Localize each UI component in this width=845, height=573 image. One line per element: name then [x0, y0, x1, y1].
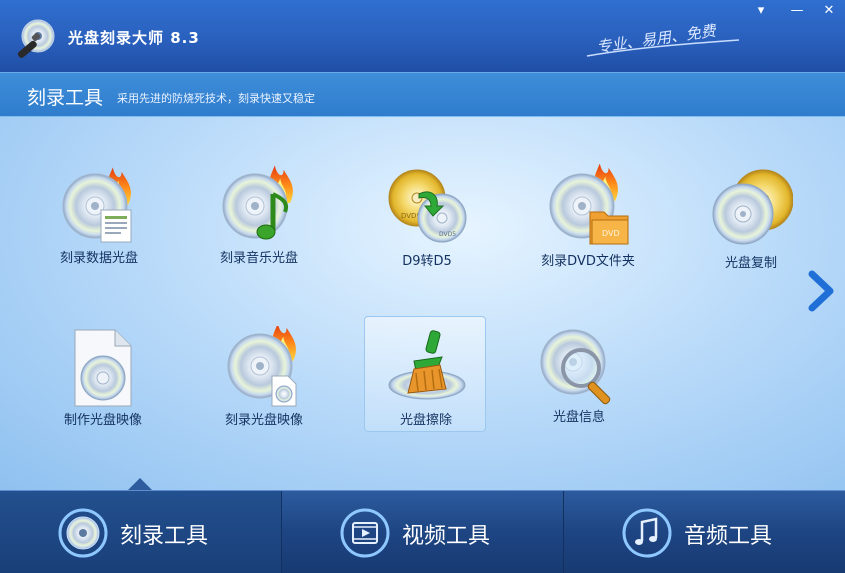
tab-audio-tools[interactable]: 音频工具 — [564, 491, 845, 573]
tool-label: 刻录音乐光盘 — [219, 251, 298, 266]
d9-to-d5-icon: DVD9 DVD5 — [388, 169, 467, 243]
tab-label: 音频工具 — [684, 524, 773, 549]
tool-burn-data-disc[interactable]: 刻录数据光盘 — [38, 158, 160, 274]
make-disc-image-icon — [74, 329, 132, 407]
app-title: 光盘刻录大师 8.3 — [68, 29, 200, 47]
section-title: 刻录工具 — [27, 87, 104, 109]
film-icon — [340, 508, 390, 558]
tool-label: 刻录数据光盘 — [59, 251, 138, 266]
dvd-folder-burn-icon: DVD — [549, 164, 629, 245]
tool-label: 刻录DVD文件夹 — [541, 254, 635, 269]
disc-copy-icon — [712, 169, 793, 245]
tool-disc-copy[interactable]: 光盘复制 — [690, 158, 812, 274]
close-button[interactable]: ✕ — [817, 3, 841, 19]
tool-label: 刻录光盘映像 — [224, 413, 303, 428]
tab-burn-tools[interactable]: 刻录工具 — [0, 491, 282, 573]
tab-bar: 刻录工具 视频工具 音频工具 — [0, 490, 845, 573]
tool-make-disc-image[interactable]: 制作光盘映像 — [42, 320, 164, 436]
data-disc-burn-icon — [62, 167, 132, 243]
disc-burn-icon — [58, 508, 108, 558]
tool-label: 光盘擦除 — [399, 413, 452, 428]
active-tab-pointer — [128, 478, 152, 490]
minimize-button[interactable]: — — [785, 3, 809, 19]
burn-disc-image-icon — [227, 326, 297, 407]
disc-info-icon — [540, 329, 611, 405]
section-header: 刻录工具 采用先进的防烧死技术，刻录快速又稳定 — [0, 72, 845, 117]
tab-label: 视频工具 — [402, 524, 491, 549]
title-bar[interactable]: 光盘刻录大师 8.3 专业、易用、免费 ▾ — ✕ — [0, 0, 845, 72]
folder-dvd-text: DVD — [602, 229, 620, 238]
dvd5-text: DVD5 — [439, 231, 456, 238]
tool-burn-music-disc[interactable]: 刻录音乐光盘 — [198, 158, 320, 274]
tools-panel: 刻录数据光盘 刻录音乐光盘 DVD9 DVD5 D9转D5 DVD 刻录DVD文… — [0, 117, 845, 490]
next-page-arrow-icon[interactable] — [806, 270, 836, 312]
tab-label: 刻录工具 — [120, 524, 209, 549]
section-description: 采用先进的防烧死技术，刻录快速又稳定 — [117, 92, 315, 105]
tool-burn-dvd-folder[interactable]: DVD 刻录DVD文件夹 — [527, 158, 649, 274]
tool-d9-to-d5[interactable]: DVD9 DVD5 D9转D5 — [366, 158, 488, 274]
music-disc-burn-icon — [222, 165, 293, 240]
music-note-icon — [622, 508, 672, 558]
tab-video-tools[interactable]: 视频工具 — [282, 491, 564, 573]
tool-label: D9转D5 — [402, 254, 452, 269]
tool-burn-disc-image[interactable]: 刻录光盘映像 — [203, 320, 325, 436]
tool-disc-erase[interactable]: 光盘擦除 — [364, 316, 486, 432]
disc-erase-icon — [388, 330, 466, 400]
app-window: 光盘刻录大师 8.3 专业、易用、免费 ▾ — ✕ 刻录工具 采用先进的防烧死技… — [0, 0, 845, 573]
tool-label: 光盘信息 — [552, 410, 605, 425]
app-logo-icon — [17, 19, 55, 58]
tool-label: 制作光盘映像 — [63, 413, 142, 428]
tool-label: 光盘复制 — [724, 256, 777, 271]
menu-button[interactable]: ▾ — [749, 3, 773, 19]
tool-disc-info[interactable]: 光盘信息 — [518, 320, 640, 436]
